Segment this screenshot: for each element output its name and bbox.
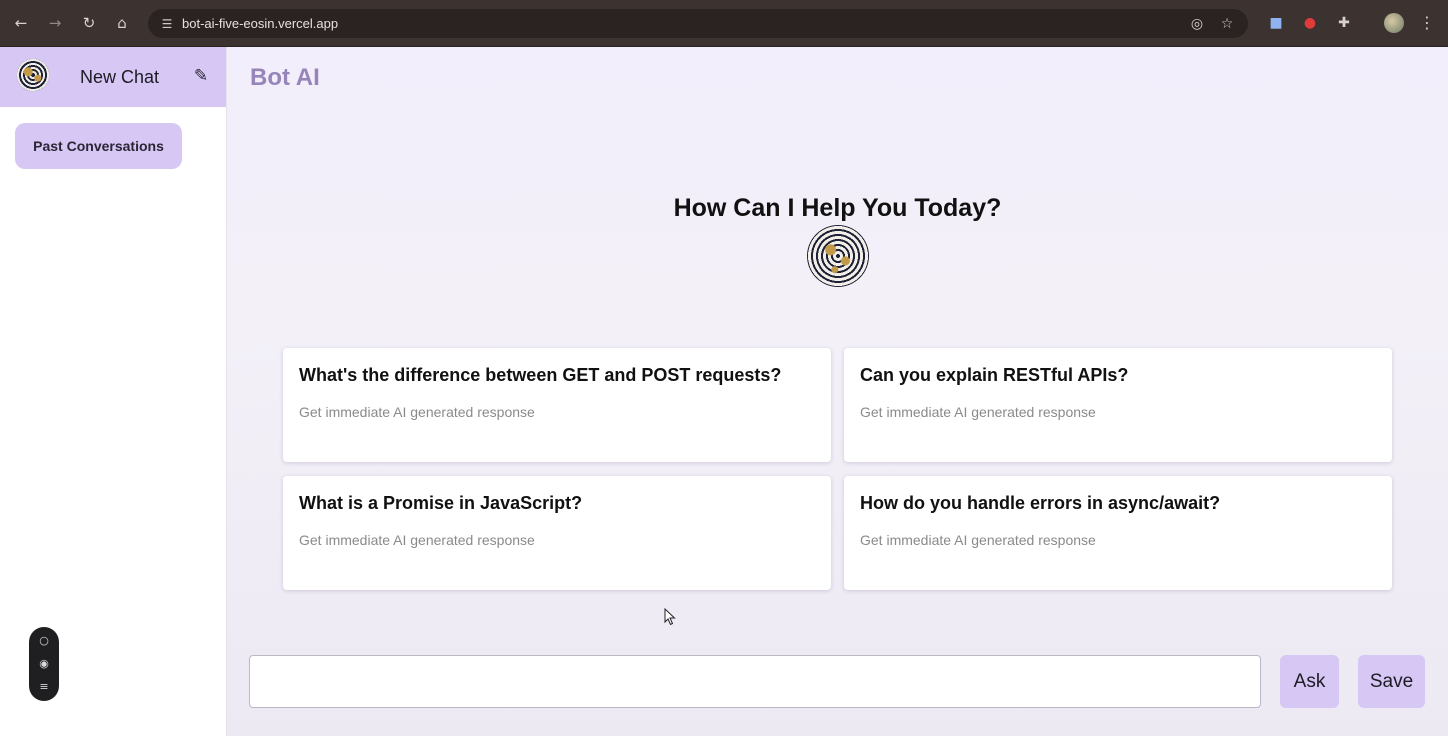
back-icon[interactable]: ←	[10, 12, 32, 34]
extension-icon[interactable]: ●	[1300, 13, 1320, 33]
save-button[interactable]: Save	[1358, 655, 1425, 708]
app-title: Bot AI	[250, 64, 320, 91]
welcome-heading: How Can I Help You Today?	[673, 194, 1002, 222]
chat-input[interactable]	[249, 655, 1261, 708]
bookmark-star-icon[interactable]: ☆	[1216, 13, 1238, 35]
bot-logo	[16, 58, 50, 92]
profile-avatar[interactable]	[1384, 13, 1404, 33]
new-chat-label[interactable]: New Chat	[80, 67, 159, 88]
past-conversations-button[interactable]: Past Conversations	[15, 123, 182, 169]
mouse-cursor-icon	[664, 608, 676, 626]
suggestion-subtitle: Get immediate AI generated response	[860, 404, 1096, 420]
bot-avatar	[807, 225, 869, 287]
suggestion-card[interactable]: Can you explain RESTful APIs? Get immedi…	[844, 348, 1392, 462]
suggestion-subtitle: Get immediate AI generated response	[299, 532, 535, 548]
ask-button[interactable]: Ask	[1280, 655, 1339, 708]
main-panel: Bot AI How Can I Help You Today? What's …	[227, 47, 1448, 736]
suggestion-title: What is a Promise in JavaScript?	[299, 493, 583, 513]
floating-toolbar: ○ ◉ ≡	[29, 627, 59, 701]
site-info-icon[interactable]: ☰	[156, 13, 178, 35]
suggestion-title: How do you handle errors in async/await?	[860, 493, 1221, 513]
extension-icon[interactable]: ■	[1266, 13, 1286, 33]
record-icon[interactable]: ◉	[29, 654, 59, 674]
sidebar: New Chat ✎ Past Conversations ○ ◉ ≡	[0, 47, 227, 736]
suggestion-subtitle: Get immediate AI generated response	[860, 532, 1096, 548]
suggestion-card[interactable]: How do you handle errors in async/await?…	[844, 476, 1392, 590]
menu-icon[interactable]: ≡	[29, 677, 59, 697]
browser-menu-icon[interactable]: ⋮	[1418, 13, 1436, 33]
forward-icon[interactable]: →	[44, 12, 66, 34]
browser-toolbar: ← → ↻ ⌂ ☰ bot-ai-five-eosin.vercel.app ◎…	[0, 0, 1448, 47]
address-bar[interactable]: ☰ bot-ai-five-eosin.vercel.app ◎ ☆	[148, 9, 1248, 38]
home-icon[interactable]: ⌂	[111, 12, 133, 34]
suggestion-title: Can you explain RESTful APIs?	[860, 365, 1129, 385]
eye-off-icon[interactable]: ◎	[1186, 13, 1208, 35]
url-text[interactable]: bot-ai-five-eosin.vercel.app	[182, 16, 338, 31]
chat-bubble-icon[interactable]: ○	[29, 631, 59, 651]
suggestion-card[interactable]: What is a Promise in JavaScript? Get imm…	[283, 476, 831, 590]
extensions-puzzle-icon[interactable]: ✚	[1334, 13, 1354, 33]
edit-icon[interactable]: ✎	[190, 65, 212, 87]
reload-icon[interactable]: ↻	[78, 12, 100, 34]
suggestion-subtitle: Get immediate AI generated response	[299, 404, 535, 420]
suggestion-card[interactable]: What's the difference between GET and PO…	[283, 348, 831, 462]
suggestion-title: What's the difference between GET and PO…	[299, 365, 782, 385]
new-chat-header[interactable]: New Chat ✎	[0, 47, 226, 107]
